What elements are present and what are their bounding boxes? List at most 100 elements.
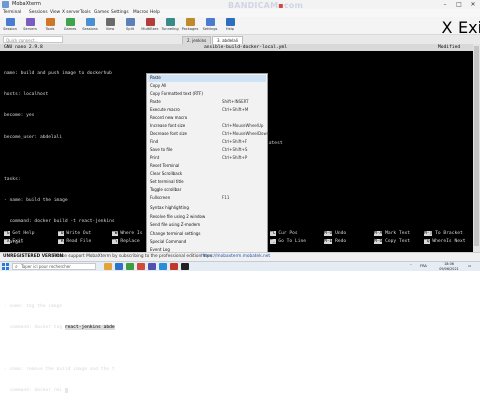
toolbar-help-button[interactable]: Help [220,18,240,33]
taskbar-app-icon[interactable] [137,263,145,270]
menu-terminal[interactable]: Terminal [3,9,21,17]
context-menu-item[interactable]: Execute macro Ctrl+Shift+M [148,107,266,114]
split-icon [125,18,135,26]
servers-icon [25,18,35,26]
menu-sessions[interactable]: Sessions [29,9,48,17]
shortcut-exit: ^X Exit [4,238,24,244]
menu-view[interactable]: View [50,9,60,17]
context-menu-item[interactable]: Resolve file using 2 window [148,214,266,221]
context-menu-item[interactable]: Change terminal settings [148,231,266,238]
code-line-tag: command: docker tag react-jenkins abde [4,324,115,331]
code-line: ​ [4,282,115,289]
code-line: - name: tag the image [4,303,63,309]
toolbar-tools-button[interactable]: Tools [40,18,60,33]
code-line: become_user: abdelali [4,134,63,140]
toolbar-tunneling-button[interactable]: Tunneling [160,18,180,33]
tab-abdelali[interactable]: 3. abdelali [212,36,243,44]
shortcut-whereis-next: ^Q WhereIs Next [424,238,466,244]
context-menu-item[interactable]: Increase font size Ctrl+MouseWheelUp [148,123,266,130]
menu-settings[interactable]: Settings [111,9,129,17]
context-menu-item[interactable]: Set terminal title [148,179,266,186]
menu-macros[interactable]: Macros [133,9,148,17]
nano-version: GNU nano 2.9.8 [4,45,43,50]
context-menu-item[interactable]: Clear Scrollback [148,171,266,178]
menu-bar: Terminal Sessions View X server Tools Ga… [0,9,480,17]
shortcut-replace: ^\ Replace [112,238,140,244]
toolbar-packages-button[interactable]: Packages [180,18,200,33]
status-message: - Please support MobaXterm by subscribin… [50,254,214,259]
code-text: command: docker rmi [4,388,65,394]
games-icon [65,18,75,26]
menu-x-server[interactable]: X server [62,9,80,17]
code-line: command: docker build -t react-jenkins [4,219,115,225]
shortcut-undo: M-U Undo [324,231,347,236]
menu-games[interactable]: Games [94,9,109,17]
taskbar-app-icon[interactable] [104,263,112,270]
taskbar-app-icon[interactable] [115,263,123,270]
toolbar-session-button[interactable]: Session [0,18,20,33]
context-menu-item[interactable]: Send file using Z-modem [148,222,266,229]
packages-icon [185,18,195,26]
toolbar-multiexec-button[interactable]: MultiExec [140,18,160,33]
taskbar-app-icon[interactable] [170,263,178,270]
context-menu-item[interactable]: Save to file Ctrl+Shift+S [148,147,266,154]
toolbar-exit-button[interactable]: Exit [458,18,480,37]
context-menu-item[interactable]: Paste Shift+INSERT [148,99,266,106]
quick-connect-input[interactable]: Quick connect... [3,36,63,43]
context-menu-item[interactable]: Syntax highlighting [148,205,266,212]
toolbar-servers-button[interactable]: Servers [20,18,40,33]
context-menu-item[interactable]: Copy Formatted text (RTF) [148,91,266,98]
scrollbar-thumb[interactable] [474,46,479,246]
tunneling-icon [165,18,175,26]
code-overflow-text: latest [266,141,283,146]
toolbar-x-server-button[interactable]: X server [438,18,480,56]
toolbar-games-button[interactable]: Games [60,18,80,33]
code-line: name: build and push image to dockerhub [4,71,112,77]
maximize-icon[interactable]: □ [452,0,466,9]
tools-icon [45,18,55,26]
help-icon [225,18,235,26]
minimize-icon[interactable]: – [438,0,452,9]
menu-help[interactable]: Help [150,9,160,17]
code-line: - name: remove the build image and the t [4,367,115,373]
toolbar-split-button[interactable]: Split [120,18,140,33]
toolbar-settings-button[interactable]: Settings [200,18,220,33]
context-menu-item[interactable]: Copy All [148,83,266,90]
status-bar: UNREGISTERED VERSION - Please support Mo… [0,252,480,261]
context-menu-item[interactable]: Reset Terminal [148,163,266,170]
taskbar-search-placeholder: Taper ici pour rechercher [21,264,71,269]
menu-tools[interactable]: Tools [80,9,91,17]
context-menu-item[interactable]: Special Command [148,239,266,246]
context-menu-item[interactable]: Find Ctrl+Shift+F [148,139,266,146]
context-menu-item[interactable]: Fullscreen F11 [148,195,266,202]
clock-date: 09/06/2021 [439,266,459,271]
shortcut-where-is: ^W Where Is [112,231,143,236]
code-line: ​ [4,345,115,352]
selected-text: react-jenkins abde [64,324,115,330]
tab-jenkins[interactable]: 2. jenkins [182,36,212,44]
view-icon [105,18,115,26]
toolbar-sessions-button[interactable]: Sessions [80,18,100,33]
code-line: become: yes [4,113,35,119]
shortcut-write-out: ^O Write Out [58,231,92,236]
taskbar-app-icon[interactable] [148,263,156,270]
code-text: command: docker tag [4,324,65,330]
nano-header: GNU nano 2.9.8 ansible-build-docker-loca… [0,44,473,51]
toolbar-view-button[interactable]: View [100,18,120,33]
context-menu-item[interactable]: Record new macro [148,115,266,122]
context-menu-item[interactable]: Toggle scrollbar [148,187,266,194]
code-line-cursor: command: docker rmi [4,387,115,394]
shortcut-cur-pos: ^C Cur Pos [270,231,298,236]
taskbar-app-icon[interactable] [126,263,134,270]
windows-start-icon[interactable] [2,263,9,270]
session-icon [5,18,15,26]
context-menu-item[interactable]: Print Ctrl+Shift+P [148,155,266,162]
pro-edition-link[interactable]: https://mobaxterm.mobatek.net [201,253,270,261]
taskbar-app-icon[interactable] [181,263,189,270]
context-menu-item[interactable]: Decrease font size Ctrl+MouseWheelDown [148,131,269,138]
context-menu-item[interactable]: Paste [148,75,266,82]
close-icon[interactable]: ✕ [466,0,480,9]
terminal-scrollbar[interactable] [473,44,480,252]
taskbar-search-input[interactable]: ⌕ Taper ici pour rechercher [12,263,96,270]
taskbar-app-icon[interactable] [159,263,167,270]
